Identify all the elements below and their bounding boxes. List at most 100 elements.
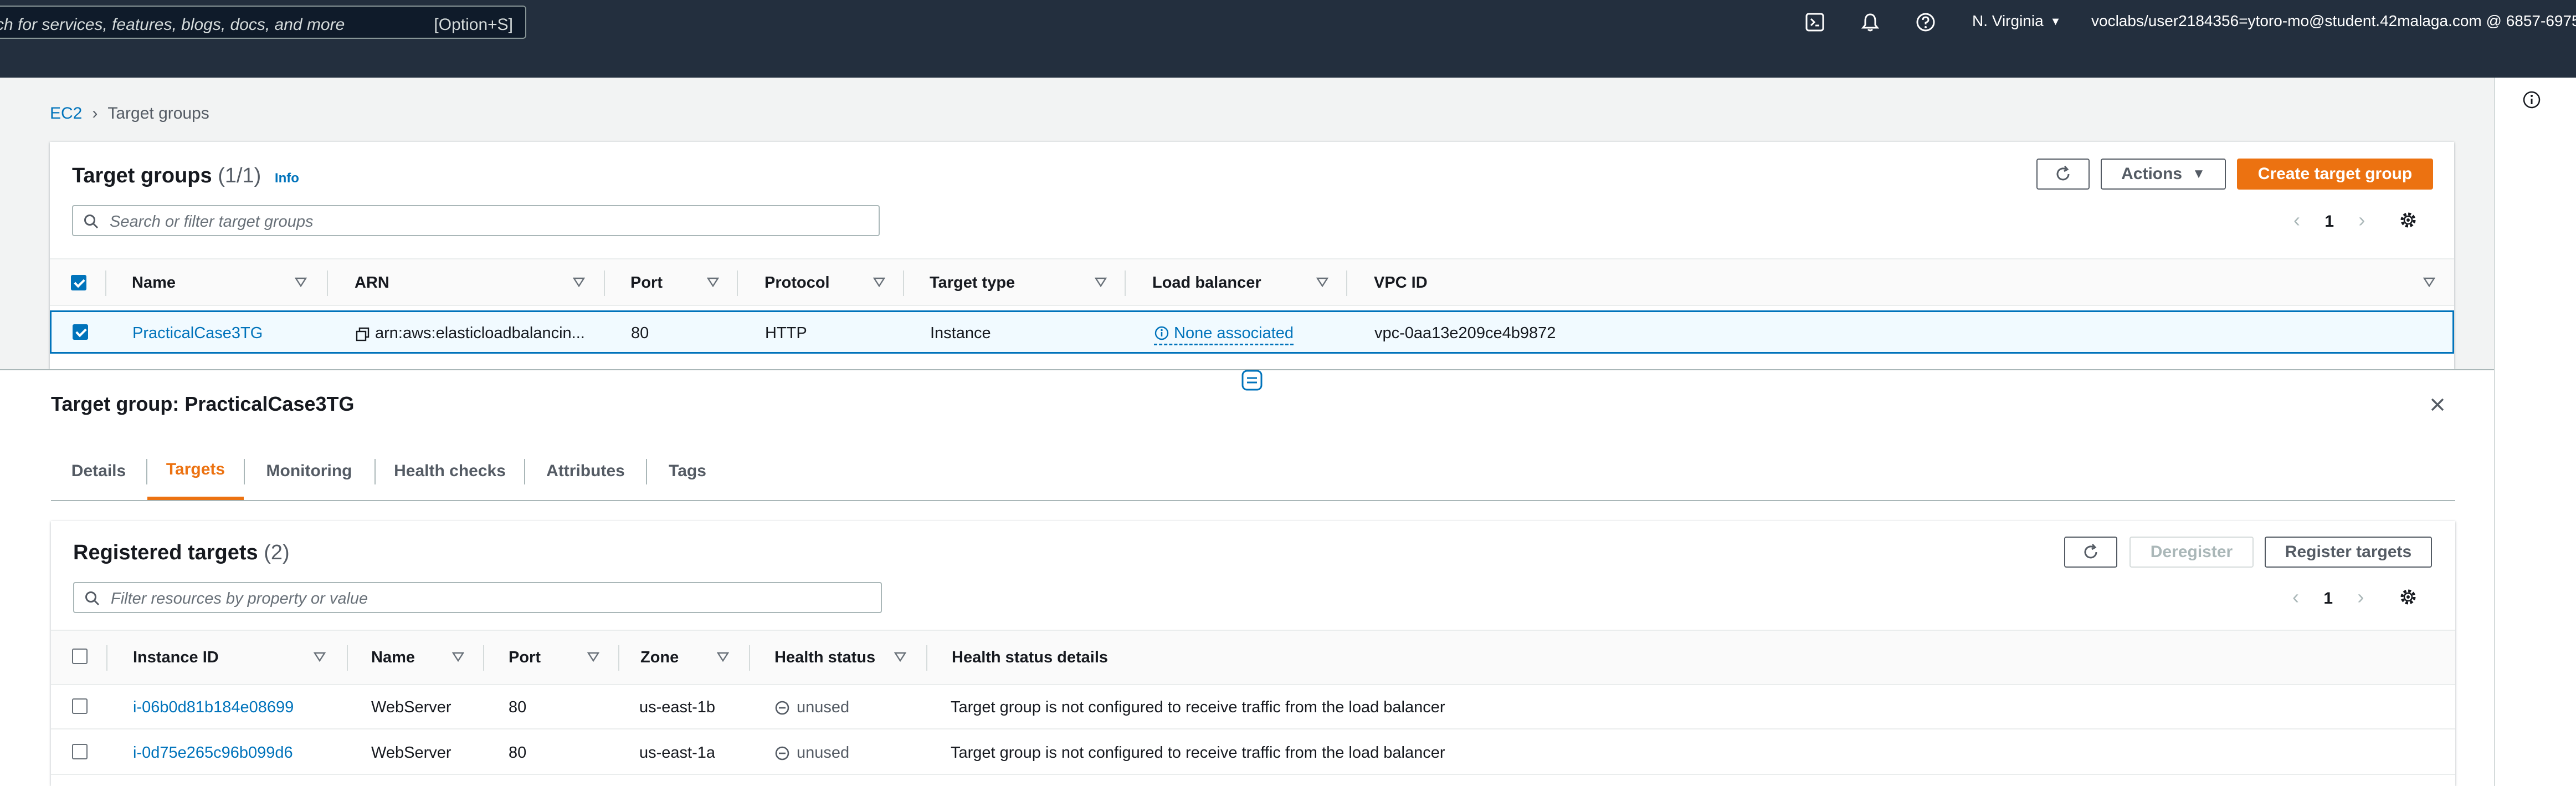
gear-icon[interactable]: [2399, 211, 2418, 229]
zone-value: us-east-1a: [639, 744, 716, 762]
drag-handle-icon[interactable]: [1241, 369, 1263, 391]
refresh-button[interactable]: [2036, 159, 2090, 190]
tab-targets[interactable]: Targets: [147, 442, 244, 500]
breadcrumb-current: Target groups: [107, 104, 209, 123]
help-icon[interactable]: [1915, 11, 1937, 33]
sort-icon[interactable]: [573, 277, 585, 287]
column-divider: [1346, 270, 1347, 296]
target-group-name-link[interactable]: PracticalCase3TG: [132, 324, 263, 343]
table-row[interactable]: i-06b0d81b184e08699 WebServer 80 us-east…: [51, 685, 2455, 729]
column-header-zone[interactable]: Zone: [640, 649, 679, 667]
column-divider: [618, 645, 619, 671]
column-header-protocol[interactable]: Protocol: [764, 274, 830, 292]
create-target-group-button[interactable]: Create target group: [2237, 159, 2433, 190]
tab-monitoring[interactable]: Monitoring: [245, 442, 373, 500]
sort-icon[interactable]: [707, 277, 719, 287]
column-header-port[interactable]: Port: [630, 274, 663, 292]
column-divider: [327, 270, 328, 296]
page-number[interactable]: 1: [2324, 212, 2334, 231]
next-page-icon[interactable]: ›: [2358, 208, 2365, 231]
row-checkbox[interactable]: [73, 324, 88, 340]
register-targets-button[interactable]: Register targets: [2265, 537, 2432, 568]
column-divider: [737, 270, 738, 296]
refresh-button[interactable]: [2064, 537, 2117, 568]
column-header-instance-id[interactable]: Instance ID: [133, 649, 219, 667]
info-icon[interactable]: [2522, 90, 2542, 110]
global-search-input[interactable]: ch for services, features, blogs, docs, …: [0, 6, 526, 39]
pagination: ‹ 1 ›: [2292, 585, 2364, 609]
target-groups-heading: Target groups (1/1) Info: [72, 164, 299, 188]
load-balancer-value: None associated: [1174, 324, 1294, 342]
actions-dropdown-button[interactable]: Actions ▼: [2101, 159, 2226, 190]
row-checkbox[interactable]: [72, 744, 88, 759]
target-groups-panel: Target groups (1/1) Info Actions ▼ Creat…: [50, 142, 2454, 369]
actions-label: Actions: [2121, 165, 2183, 183]
next-page-icon[interactable]: ›: [2357, 585, 2364, 608]
row-checkbox[interactable]: [72, 698, 88, 714]
column-divider: [749, 645, 750, 671]
target-groups-title: Target groups: [72, 164, 212, 187]
column-header-vpc-id[interactable]: VPC ID: [1374, 274, 1428, 292]
close-icon[interactable]: [2428, 395, 2447, 415]
region-selector[interactable]: N. Virginia ▼: [1972, 12, 2061, 30]
sort-icon[interactable]: [452, 652, 464, 662]
sort-icon[interactable]: [894, 652, 906, 662]
port-value: 80: [509, 698, 527, 716]
column-header-name[interactable]: Name: [132, 274, 176, 292]
sort-icon[interactable]: [587, 652, 599, 662]
detail-tabs: Details Targets Monitoring Health checks…: [51, 442, 2455, 501]
sort-icon[interactable]: [314, 652, 326, 662]
previous-page-icon[interactable]: ‹: [2293, 208, 2300, 231]
copy-icon[interactable]: [355, 326, 371, 342]
column-header-name[interactable]: Name: [371, 649, 415, 667]
bell-icon[interactable]: [1859, 11, 1881, 33]
tab-details[interactable]: Details: [51, 442, 146, 500]
load-balancer-popover-trigger[interactable]: None associated: [1154, 324, 1294, 345]
select-all-checkbox[interactable]: [72, 649, 88, 664]
registered-targets-title: Registered targets: [73, 541, 258, 564]
targets-filter-input[interactable]: Filter resources by property or value: [73, 582, 882, 613]
column-header-target-type[interactable]: Target type: [930, 274, 1015, 292]
target-groups-search-input[interactable]: Search or filter target groups: [72, 205, 880, 236]
caret-down-icon: ▼: [2050, 16, 2061, 28]
account-label: voclabs/user2184356=ytoro-mo@student.42m…: [2091, 12, 2576, 29]
cloudshell-icon[interactable]: [1804, 11, 1826, 33]
chevron-right-icon: ›: [92, 104, 98, 123]
sort-icon[interactable]: [2423, 277, 2435, 287]
status-unused-icon: [775, 701, 789, 715]
tab-tags[interactable]: Tags: [647, 442, 728, 500]
tab-attributes[interactable]: Attributes: [525, 442, 646, 500]
health-status-value: unused: [797, 698, 850, 716]
deregister-button[interactable]: Deregister: [2129, 537, 2254, 568]
table-row[interactable]: PracticalCase3TG arn:aws:elasticloadbala…: [50, 310, 2454, 354]
column-divider: [1125, 270, 1126, 296]
targets-filter-placeholder: Filter resources by property or value: [111, 590, 368, 608]
column-header-health-status[interactable]: Health status: [774, 649, 875, 667]
detail-title: Target group: PracticalCase3TG: [51, 392, 355, 415]
select-all-checkbox[interactable]: [71, 275, 86, 290]
gear-icon[interactable]: [2399, 588, 2418, 606]
sort-icon[interactable]: [717, 652, 729, 662]
column-divider: [105, 270, 106, 296]
instance-id-link[interactable]: i-0d75e265c96b099d6: [133, 744, 293, 762]
sort-icon[interactable]: [1095, 277, 1107, 287]
targets-table-header: Instance ID Name Port Zone Health status…: [51, 630, 2455, 685]
column-header-arn[interactable]: ARN: [355, 274, 389, 292]
page-number[interactable]: 1: [2323, 589, 2333, 608]
instance-name-value: WebServer: [371, 698, 451, 716]
sort-icon[interactable]: [1316, 277, 1328, 287]
info-link[interactable]: Info: [275, 171, 299, 186]
account-menu[interactable]: voclabs/user2184356=ytoro-mo@student.42m…: [2091, 12, 2576, 30]
tab-health-checks[interactable]: Health checks: [376, 442, 524, 500]
refresh-icon: [2084, 543, 2097, 559]
instance-id-link[interactable]: i-06b0d81b184e08699: [133, 698, 294, 717]
breadcrumb-ec2-link[interactable]: EC2: [50, 104, 82, 123]
sort-icon[interactable]: [295, 277, 307, 287]
previous-page-icon[interactable]: ‹: [2292, 585, 2299, 608]
column-header-health-status-details[interactable]: Health status details: [952, 649, 1108, 667]
column-divider: [483, 645, 484, 671]
table-row[interactable]: i-0d75e265c96b099d6 WebServer 80 us-east…: [51, 731, 2455, 775]
column-header-port[interactable]: Port: [509, 649, 541, 667]
sort-icon[interactable]: [873, 277, 885, 287]
column-header-load-balancer[interactable]: Load balancer: [1152, 274, 1261, 292]
